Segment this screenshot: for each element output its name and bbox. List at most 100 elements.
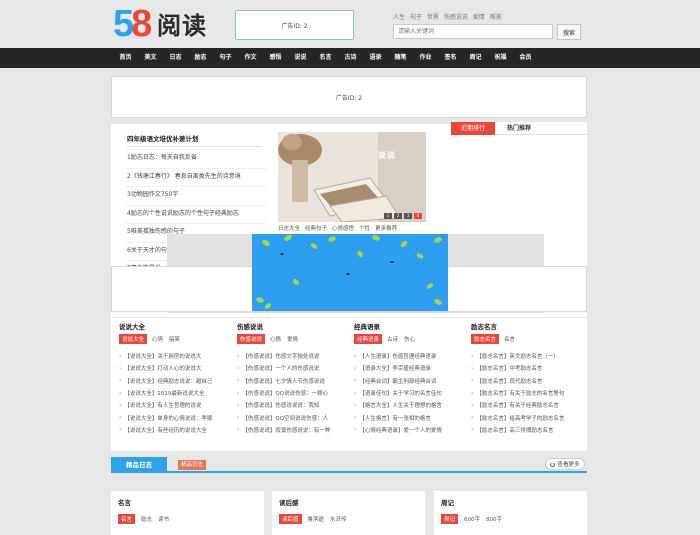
featured-item[interactable]: 2《钱塘江春行》 春息自离类先生的诗意境 [127,171,265,187]
view-more-button[interactable]: 查看更多 [545,458,585,470]
slide-caption-link[interactable]: 经典句子 [305,226,327,232]
list-item[interactable]: 【伤感说说】一个人的伤感说说 [237,362,347,374]
category-title[interactable]: 励志名言 [471,321,581,333]
list-item[interactable]: 【伤感说说】QQ说说伤感：一颗心 [237,387,347,399]
list-item[interactable]: 【伤感说说】伤感文字独处说说 [237,350,347,362]
panel-tab[interactable]: 励志 [141,515,152,523]
tag-link[interactable]: 人生 [393,14,405,21]
category-title[interactable]: 说说大全 [119,321,229,333]
list-item[interactable]: 【励志名言】有关于励志的名言警句 [471,387,581,399]
list-item[interactable]: 【励志名言】现代励志名言 [471,375,581,387]
tag-link[interactable]: 伤感说说 [444,14,468,21]
slide-caption-link[interactable]: 更多推荐 [375,226,397,232]
banner-ad[interactable]: 广告ID: 2 [111,76,587,118]
tag-link[interactable]: 世界 [427,14,439,21]
tab-recent-ranking[interactable]: 近期排行 [451,122,495,135]
list-item[interactable]: 【说说大全】经典励志说说：越自己 [119,375,229,387]
nav-item[interactable]: 签名 [438,48,463,68]
category-tab[interactable]: 经典语录 [354,334,383,344]
slideshow-image[interactable]: 说说 1234 [278,132,426,222]
category-title[interactable]: 经典语录 [354,321,464,333]
panel-tab[interactable]: 周记 [441,514,459,524]
featured-title[interactable]: 四年级语文培优补差计划 [127,133,199,143]
nav-item[interactable]: 说说 [288,48,313,68]
nav-item[interactable]: 感悟 [263,48,288,68]
panel-tab[interactable]: 读后感 [279,514,302,524]
panel-tab[interactable]: 鲁滨逊 [308,515,325,523]
category-tab[interactable]: 心情 [151,335,164,343]
tab-hot-recommend[interactable]: 热门推荐 [495,122,543,135]
site-logo[interactable]: 58 阅读 [113,4,213,44]
slide-dot[interactable]: 2 [394,213,402,219]
category-tab[interactable]: 名言 [503,335,516,343]
tab-diary[interactable]: 精品日志 [111,457,167,473]
nav-item[interactable]: 作文 [238,48,263,68]
slide-caption-link[interactable]: 个性 [359,226,370,232]
nav-item[interactable]: 语录 [363,48,388,68]
slide-caption-link[interactable]: 心情感悟 [332,226,354,232]
list-item[interactable]: 【说说大全】有些经历的说说大全 [119,424,229,436]
list-item[interactable]: 【励志名言】中考励志名言 [471,362,581,374]
header-ad[interactable]: 广告ID: 2 [235,10,354,40]
list-item[interactable]: 【励志名言】英文励志名言（一） [471,350,581,362]
list-item[interactable]: 【伤感说说】寂寞伤感说说：有一种 [237,424,347,436]
list-item[interactable]: 【经典台词】霸主刑部经典台词 [354,375,464,387]
nav-item[interactable]: 美文 [138,48,163,68]
list-item[interactable]: 【说说大全】打动人心的说说大 [119,362,229,374]
nav-item[interactable]: 古诗 [338,48,363,68]
list-item[interactable]: 【人生语录】伤感哲理经典语录 [354,350,464,362]
list-item[interactable]: 【语录佳句】关于学习的名言佳句 [354,387,464,399]
panel-tab[interactable]: 名言 [118,514,136,524]
category-tab[interactable]: 伤感说说 [237,334,266,344]
list-item[interactable]: 【说说大全】有人生哲理的说说 [119,399,229,411]
panel-tab[interactable]: 600字 [464,515,480,523]
category-tab[interactable]: 励志名言 [471,334,500,344]
slide-caption-link[interactable]: 日志大全 [278,226,300,232]
popup-ad[interactable] [252,234,448,311]
panel-tab[interactable]: 水浒传 [330,515,347,523]
diary-sub-tag[interactable]: 精品日志 [178,460,207,470]
nav-item[interactable]: 励志 [188,48,213,68]
list-item[interactable]: 【伤感说说】七夕情人节伤感说说 [237,375,347,387]
slide-dot[interactable]: 1 [384,213,392,219]
list-item[interactable]: 【说说大全】关于厨房的说说大 [119,350,229,362]
category-tab[interactable]: 心情 [269,335,282,343]
nav-item[interactable]: 会员 [513,48,538,68]
nav-item[interactable]: 周记 [463,48,488,68]
category-title[interactable]: 伤感说说 [237,321,347,333]
nav-item[interactable]: 作业 [413,48,438,68]
tag-link[interactable]: 句子 [410,14,422,21]
category-tab[interactable]: 搞笑 [168,335,181,343]
list-item[interactable]: 【励志名言】给高考学子的励志名言 [471,411,581,423]
list-item[interactable]: 【励志名言】高三拼搏励志名言 [471,424,581,436]
list-item[interactable]: 【说说大全】单身的心情说说：孝顺 [119,411,229,423]
category-tab[interactable]: 伤心 [403,335,416,343]
category-tab[interactable]: 说说大全 [119,334,148,344]
nav-item[interactable]: 句子 [213,48,238,68]
featured-item[interactable]: 4励志的个性说说励志的个性句子经典励志 [127,208,265,224]
list-item[interactable]: 【人生格言】有一张相的格言 [354,411,464,423]
panel-tab[interactable]: 800字 [486,515,502,523]
search-button[interactable]: 搜索 [557,24,581,40]
list-item[interactable]: 【伤感说说】QQ空间说说伤感：人 [237,411,347,423]
list-item[interactable]: 【心情经典语录】爱一个人的爱情 [354,424,464,436]
list-item[interactable]: 【语录大全】李宗盛经典语录 [354,362,464,374]
nav-item[interactable]: 随笔 [388,48,413,68]
featured-item[interactable]: 3动物园作文750字 [127,189,265,206]
panel-tab[interactable]: 读书 [158,515,169,523]
nav-item[interactable]: 首页 [113,48,138,68]
slide-dot[interactable]: 3 [404,213,412,219]
slide-dot[interactable]: 4 [414,213,422,219]
category-tab[interactable]: 古诗 [386,335,399,343]
list-item[interactable]: 【说说大全】2019最新说说大全 [119,387,229,399]
list-item[interactable]: 【伤感说说】伤感说说说：我知 [237,399,347,411]
nav-item[interactable]: 名言 [313,48,338,68]
tag-link[interactable]: 唯美 [490,14,502,21]
search-input[interactable] [393,24,553,39]
tag-link[interactable]: 爱情 [473,14,485,21]
nav-item[interactable]: 日志 [163,48,188,68]
featured-item[interactable]: 1励志日志：每天自我反省 [127,152,265,169]
list-item[interactable]: 【格言大全】人生关于理想的格言 [354,399,464,411]
category-tab[interactable]: 爱情 [286,335,299,343]
nav-item[interactable]: 祝福 [488,48,513,68]
